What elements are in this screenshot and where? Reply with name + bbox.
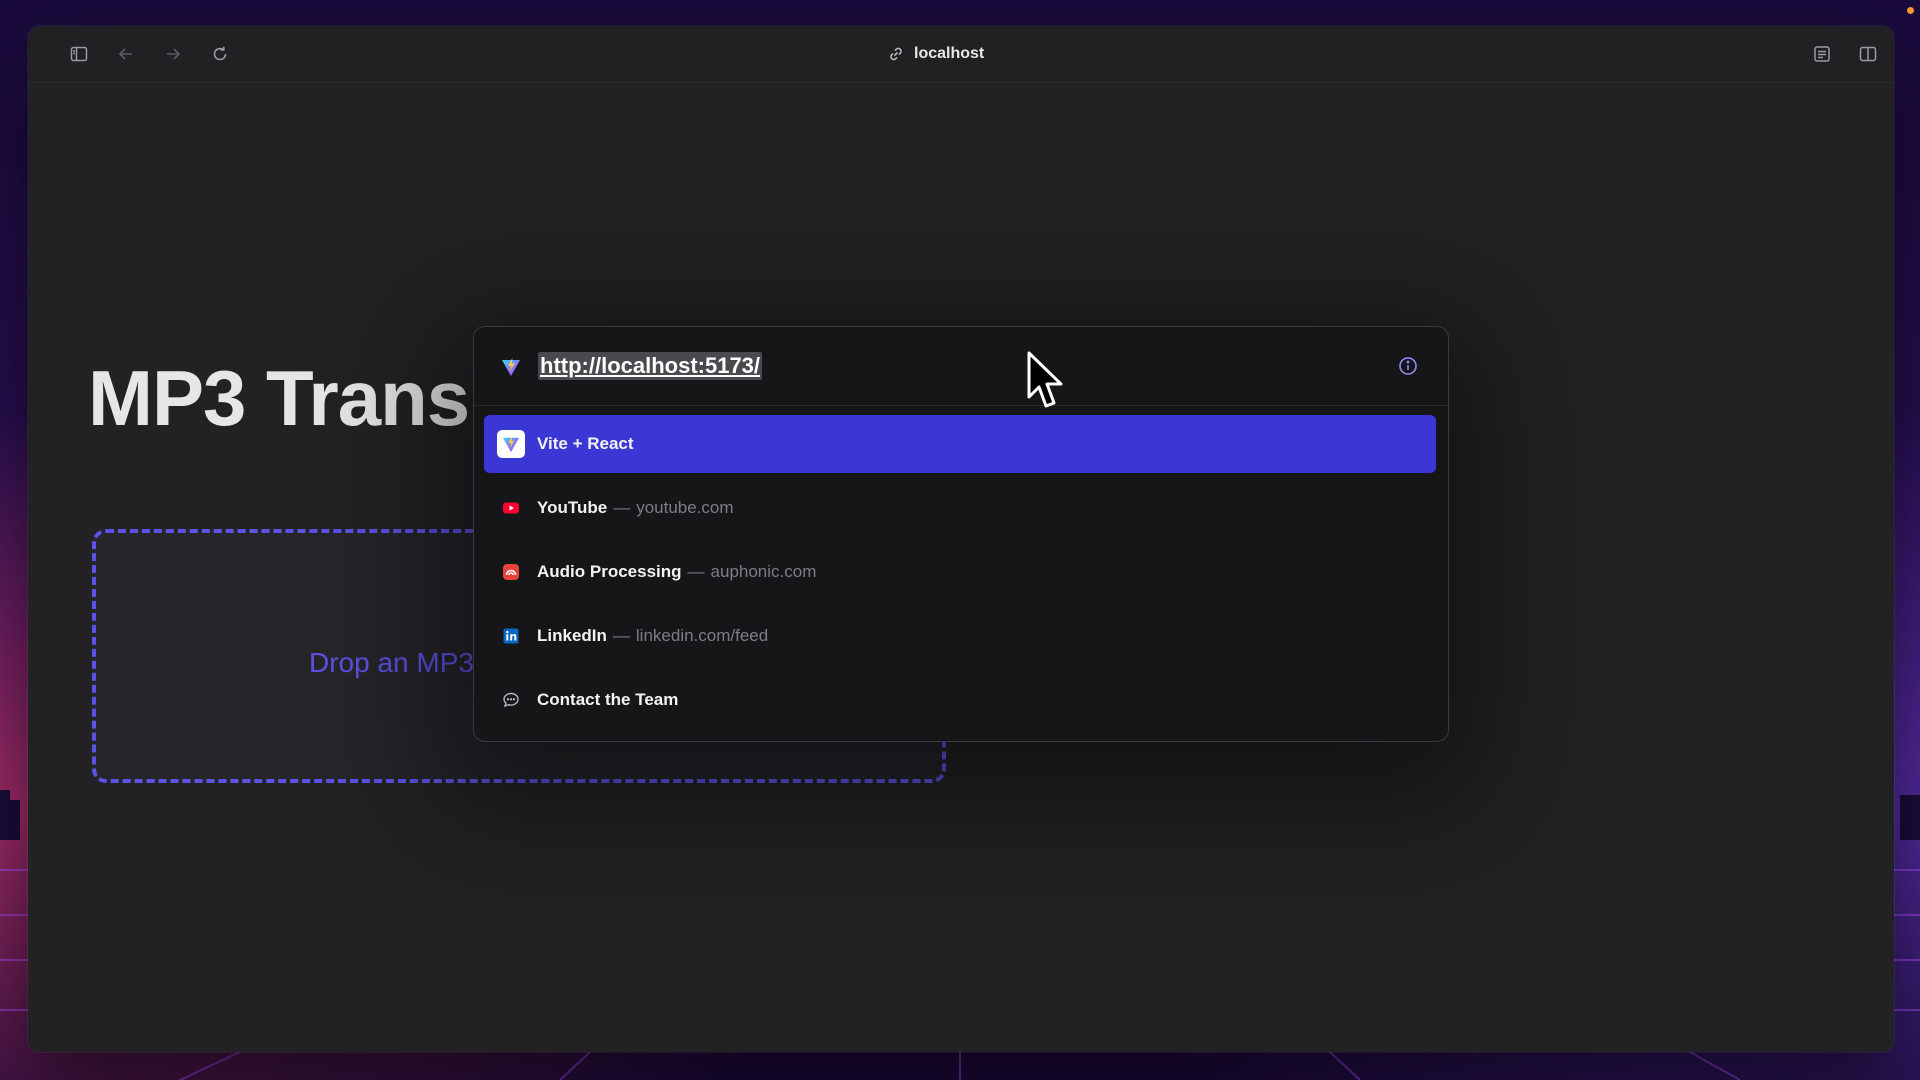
arrow-right-icon[interactable] — [159, 40, 187, 68]
info-icon[interactable] — [1396, 354, 1420, 378]
vite-icon — [502, 358, 520, 376]
browser-toolbar: localhost — [28, 26, 1894, 83]
suggestion-separator: — — [613, 498, 631, 517]
suggestion-contact-team[interactable]: Contact the Team — [484, 671, 1436, 729]
suggestion-audio-processing[interactable]: Audio Processing — auphonic.com — [484, 543, 1436, 601]
reader-icon[interactable] — [1808, 40, 1836, 68]
vite-icon — [497, 430, 525, 458]
suggestion-domain: auphonic.com — [710, 562, 817, 581]
arrow-left-icon[interactable] — [112, 40, 140, 68]
suggestion-youtube[interactable]: YouTube — youtube.com — [484, 479, 1436, 537]
suggestion-domain: youtube.com — [636, 498, 734, 517]
suggestion-title: YouTube — [537, 498, 608, 517]
dropzone-text: Drop an MP3 — [309, 647, 474, 678]
linkedin-icon — [497, 622, 525, 650]
suggestion-title: Contact the Team — [537, 690, 679, 709]
chat-bubble-icon — [497, 686, 525, 714]
notification-dot — [1907, 7, 1914, 14]
suggestion-title: Audio Processing — [537, 562, 682, 581]
split-view-icon[interactable] — [1854, 40, 1882, 68]
url-suggestions-popover: http://localhost:5173/ Vite + React YouT… — [473, 326, 1449, 742]
suggestion-linkedin[interactable]: LinkedIn — linkedin.com/feed — [484, 607, 1436, 665]
suggestion-list: Vite + React YouTube — youtube.com Audio… — [484, 415, 1436, 735]
suggestion-vite-react[interactable]: Vite + React — [484, 415, 1436, 473]
suggestion-title: Vite + React — [537, 434, 634, 453]
suggestion-domain: linkedin.com/feed — [635, 626, 769, 645]
page-title: MP3 Trans — [88, 354, 470, 442]
address-text: localhost — [914, 45, 985, 62]
suggestion-separator: — — [612, 626, 630, 645]
auphonic-icon — [497, 558, 525, 586]
link-icon — [890, 47, 902, 61]
suggestion-title: LinkedIn — [537, 626, 607, 645]
sidebar-toggle-icon[interactable] — [65, 40, 93, 68]
url-input-text[interactable]: http://localhost:5173/ — [538, 352, 763, 380]
url-input-row[interactable]: http://localhost:5173/ — [474, 327, 1448, 406]
reload-icon[interactable] — [206, 40, 234, 68]
youtube-icon — [497, 494, 525, 522]
suggestion-separator: — — [687, 562, 705, 581]
address-bar[interactable]: localhost — [888, 40, 984, 68]
mouse-cursor-icon — [1027, 351, 1063, 408]
